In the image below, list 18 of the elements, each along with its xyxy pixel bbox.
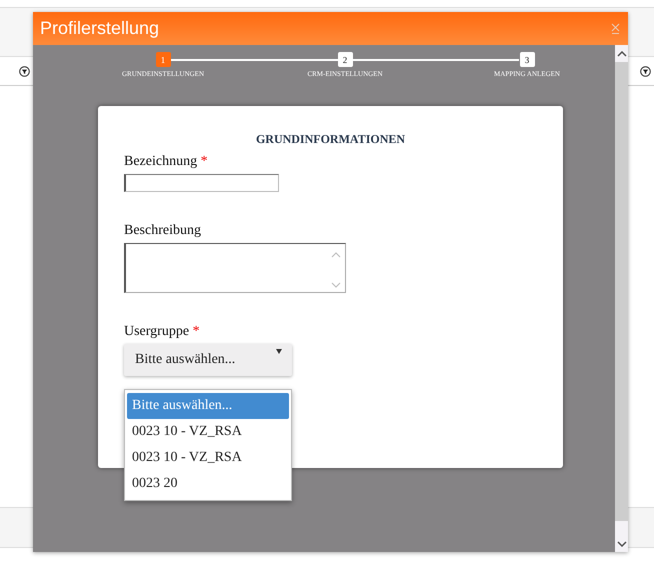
step-number[interactable]: 2 [338,52,352,67]
dropdown-option[interactable]: 0023 10 - VZ_RSA [127,445,289,471]
step-number[interactable]: 3 [520,52,534,67]
caret-icon [276,349,282,354]
section-title: GRUNDINFORMATIONEN [254,132,406,147]
dropdown-option[interactable]: 0023 20 [127,471,289,497]
field-label: Beschreibung [124,223,202,239]
field-label: Usergruppe * [124,324,201,340]
chevron-down-icon [616,540,626,546]
input-field[interactable] [124,174,279,192]
filter-icon[interactable] [640,66,651,76]
select-dropdown[interactable]: Bitte auswählen... [124,344,292,376]
dropdown-option[interactable]: Bitte auswählen... [127,393,289,419]
dropdown-option[interactable]: 0023 10 - VZ_RSA [127,419,289,445]
field-label: Bezeichnung * [124,154,209,170]
filter-icon[interactable] [19,66,30,76]
chevron-up-icon [616,50,626,56]
dialog-title: Profilerstellung [40,18,160,39]
